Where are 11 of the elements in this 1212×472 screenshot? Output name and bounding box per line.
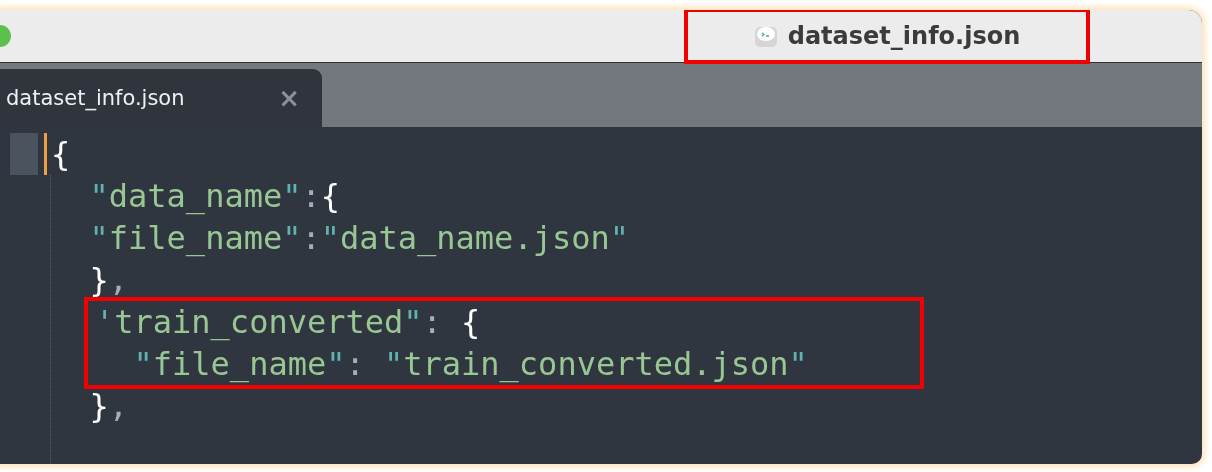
code-line: }, <box>88 260 130 301</box>
file-tab[interactable]: dataset_info.json × <box>0 69 322 127</box>
window-title: dataset_info.json <box>787 22 1021 50</box>
chat-bubble-icon <box>753 24 778 48</box>
code-line: { <box>44 133 1202 175</box>
code-line: "data_name":{ <box>88 176 341 217</box>
close-tab-button[interactable]: × <box>278 83 300 113</box>
code-line: "file_name":"data_name.json" <box>88 218 630 259</box>
code-line: "file_name": "train_converted.json" <box>132 344 809 385</box>
code-line: }, <box>88 386 130 427</box>
code-line: 'train_converted": { <box>94 302 482 343</box>
